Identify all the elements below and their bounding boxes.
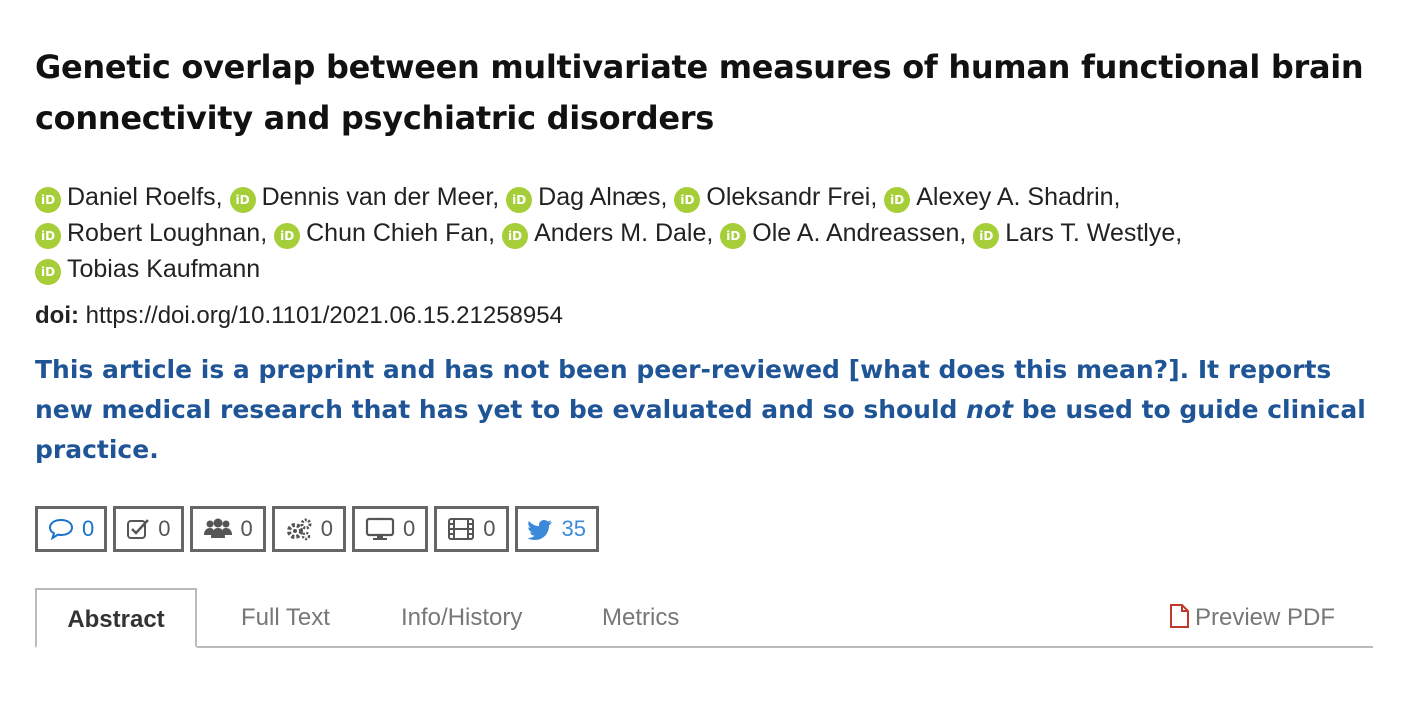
author-name[interactable]: Anders M. Dale,: [534, 219, 713, 247]
tab-abstract[interactable]: Abstract: [35, 588, 197, 648]
author-name[interactable]: Dennis van der Meer,: [262, 183, 500, 211]
orcid-icon[interactable]: iD: [720, 223, 747, 249]
author-name[interactable]: Ole A. Andreassen,: [752, 219, 966, 247]
author-name[interactable]: Chun Chieh Fan,: [306, 219, 495, 247]
orcid-icon[interactable]: iD: [35, 187, 61, 213]
author-name[interactable]: Oleksandr Frei,: [706, 183, 877, 211]
author-item[interactable]: iD Dennis van der Meer,: [229, 183, 500, 213]
twitter-badge[interactable]: 35: [514, 506, 599, 552]
doi-line: doi: https://doi.org/10.1101/2021.06.15.…: [35, 302, 563, 330]
notice-emphasis: not: [966, 395, 1014, 424]
doi-link[interactable]: https://doi.org/10.1101/2021.06.15.21258…: [86, 302, 563, 329]
author-name[interactable]: Lars T. Westlye,: [1005, 219, 1182, 247]
author-item[interactable]: iD Tobias Kaufmann: [35, 255, 260, 285]
author-name[interactable]: Robert Loughnan,: [67, 219, 267, 247]
doi-label: doi:: [35, 302, 79, 329]
orcid-icon[interactable]: iD: [502, 223, 529, 249]
orcid-icon[interactable]: iD: [274, 223, 301, 249]
peer-review-count: 0: [158, 516, 171, 541]
orcid-icon[interactable]: iD: [674, 187, 701, 213]
comment-icon: [48, 518, 74, 540]
article-tabs: Abstract Full Text Info/History Metrics …: [35, 588, 1373, 648]
users-icon: [203, 518, 232, 538]
comments-count: 0: [82, 516, 95, 541]
community-count: 0: [240, 516, 253, 541]
what-does-this-mean-link[interactable]: [what does this mean?]: [849, 355, 1180, 384]
film-icon: [448, 518, 475, 540]
notice-text-1: This article is a preprint and has not b…: [35, 355, 849, 384]
tab-metrics[interactable]: Metrics: [602, 588, 679, 646]
orcid-icon[interactable]: iD: [973, 223, 1000, 249]
checkbox-icon: [127, 519, 150, 539]
author-item[interactable]: iD Oleksandr Frei,: [674, 183, 877, 213]
automated-services-badge[interactable]: 0: [271, 506, 346, 552]
tab-full-text[interactable]: Full Text: [241, 588, 330, 646]
orcid-icon[interactable]: iD: [506, 187, 533, 213]
twitter-icon: [527, 520, 552, 540]
preview-pdf-label[interactable]: Preview PDF: [1195, 604, 1335, 631]
orcid-icon[interactable]: iD: [35, 259, 61, 285]
monitor-icon: [365, 517, 395, 540]
blogs-media-badge[interactable]: 0: [352, 506, 429, 552]
community-badge[interactable]: 0: [189, 506, 266, 552]
author-name[interactable]: Daniel Roelfs,: [67, 183, 223, 211]
article-title: Genetic overlap between multivariate mea…: [35, 48, 1364, 137]
author-item[interactable]: iD Alexey A. Shadrin,: [884, 183, 1121, 213]
twitter-count: 35: [561, 516, 586, 541]
gears-icon: [286, 518, 312, 541]
preprint-notice: This article is a preprint and has not b…: [35, 350, 1380, 470]
author-item[interactable]: iD Robert Loughnan,: [35, 219, 267, 249]
blogs-media-count: 0: [403, 516, 416, 541]
orcid-icon[interactable]: iD: [35, 223, 61, 249]
metrics-badges: 0 0 0 0 0 0 35: [35, 506, 605, 552]
author-list: iD Daniel Roelfs, iD Dennis van der Meer, …: [35, 179, 1375, 287]
author-item[interactable]: iD Ole A. Andreassen,: [720, 219, 966, 249]
author-item[interactable]: iD Lars T. Westlye,: [973, 219, 1182, 249]
pdf-file-icon: [1169, 604, 1189, 628]
author-name[interactable]: Dag Alnæs,: [538, 183, 667, 211]
preview-pdf-link[interactable]: Preview PDF: [1169, 588, 1335, 646]
peer-review-badge[interactable]: 0: [113, 506, 184, 552]
videos-count: 0: [483, 516, 496, 541]
videos-badge[interactable]: 0: [434, 506, 509, 552]
author-item[interactable]: iD Daniel Roelfs,: [35, 183, 223, 213]
orcid-icon[interactable]: iD: [229, 187, 256, 213]
orcid-icon[interactable]: iD: [884, 187, 911, 213]
author-name[interactable]: Tobias Kaufmann: [67, 255, 260, 283]
author-item[interactable]: iD Anders M. Dale,: [502, 219, 713, 249]
author-name[interactable]: Alexey A. Shadrin,: [916, 183, 1120, 211]
tab-info-history[interactable]: Info/History: [401, 588, 522, 646]
author-item[interactable]: iD Chun Chieh Fan,: [274, 219, 495, 249]
comments-badge[interactable]: 0: [35, 506, 108, 552]
author-item[interactable]: iD Dag Alnæs,: [506, 183, 667, 213]
automated-services-count: 0: [320, 516, 333, 541]
